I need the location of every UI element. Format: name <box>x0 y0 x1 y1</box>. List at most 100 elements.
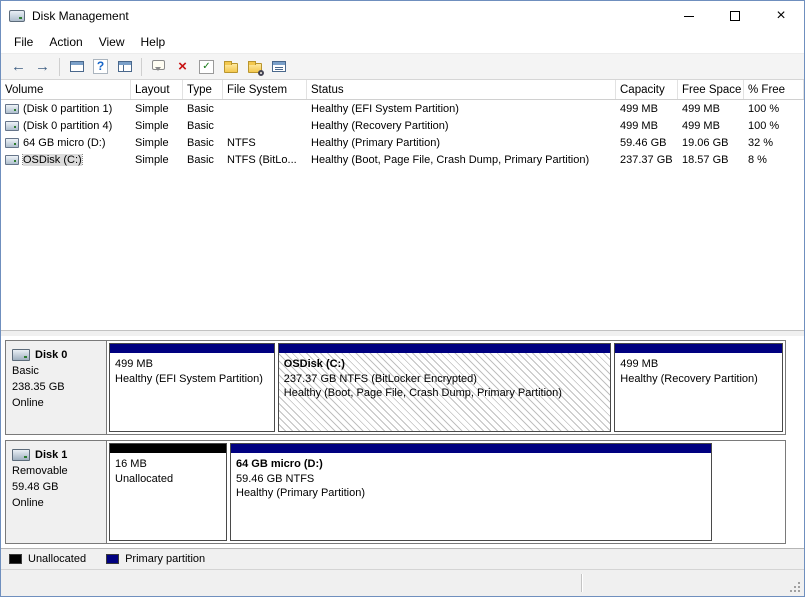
toolbar-separator <box>59 58 60 76</box>
partition-block[interactable]: 16 MBUnallocated <box>109 443 227 541</box>
show-action-pane-icon[interactable] <box>113 56 136 78</box>
menu-file[interactable]: File <box>6 32 41 52</box>
column-header-status[interactable]: Status <box>307 80 616 99</box>
legend-item-unallocated: Unallocated <box>9 553 86 565</box>
legend-item-primary-partition: Primary partition <box>106 553 205 565</box>
minimize-icon <box>684 16 694 17</box>
help-icon[interactable]: ? <box>89 56 112 78</box>
maximize-icon <box>730 11 740 21</box>
show-console-tree-shape <box>70 61 84 72</box>
explore-icon[interactable] <box>243 56 266 78</box>
status-panel-right <box>582 570 804 596</box>
disk-header-disk-1[interactable]: Disk 1Removable59.48 GBOnline <box>6 441 107 543</box>
partition-block[interactable]: 64 GB micro (D:)59.46 GB NTFSHealthy (Pr… <box>230 443 712 541</box>
disk-status: Online <box>12 395 100 411</box>
volume-row[interactable]: (Disk 0 partition 1)SimpleBasicHealthy (… <box>1 100 804 117</box>
volume-name-cell: (Disk 0 partition 4) <box>1 120 131 132</box>
column-header-free-space[interactable]: Free Space <box>678 80 744 99</box>
partition-detail: 237.37 GB NTFS (BitLocker Encrypted) <box>284 372 606 387</box>
type-cell: Basic <box>183 137 223 149</box>
properties-icon[interactable] <box>267 56 290 78</box>
partition-info: 64 GB micro (D:)59.46 GB NTFSHealthy (Pr… <box>231 453 711 540</box>
column-header-layout[interactable]: Layout <box>131 80 183 99</box>
column-header-capacity[interactable]: Capacity <box>616 80 678 99</box>
partition-block[interactable]: OSDisk (C:)237.37 GB NTFS (BitLocker Enc… <box>278 343 612 432</box>
partitions-area: 499 MBHealthy (EFI System Partition)OSDi… <box>107 341 785 434</box>
forward-icon[interactable]: → <box>31 56 54 78</box>
disk-type: Basic <box>12 363 100 379</box>
graphical-view-pane: Disk 0Basic238.35 GBOnline499 MBHealthy … <box>1 336 804 548</box>
volume-row[interactable]: (Disk 0 partition 4)SimpleBasicHealthy (… <box>1 117 804 134</box>
capacity-cell: 237.37 GB <box>616 154 678 166</box>
disk-row-disk-0: Disk 0Basic238.35 GBOnline499 MBHealthy … <box>5 340 786 435</box>
column-header-file-system[interactable]: File System <box>223 80 307 99</box>
volume-drive-icon <box>5 104 19 114</box>
resize-grip[interactable] <box>798 590 800 592</box>
disk-title-row: Disk 0 <box>12 347 100 363</box>
partition-detail: Healthy (Recovery Partition) <box>620 372 777 387</box>
disk-name: Disk 1 <box>35 447 67 463</box>
partition-block[interactable]: 499 MBHealthy (EFI System Partition) <box>109 343 275 432</box>
volume-table-body: (Disk 0 partition 1)SimpleBasicHealthy (… <box>1 100 804 168</box>
legend-label: Primary partition <box>125 553 205 565</box>
partition-info: 499 MBHealthy (EFI System Partition) <box>110 353 274 431</box>
partition-info: OSDisk (C:)237.37 GB NTFS (BitLocker Enc… <box>279 353 611 431</box>
column-header-free[interactable]: % Free <box>744 80 804 99</box>
minimize-button[interactable] <box>666 1 712 31</box>
mark-partition-active-icon[interactable]: ✓ <box>195 56 218 78</box>
free-space-cell: 19.06 GB <box>678 137 744 149</box>
status-cell: Healthy (EFI System Partition) <box>307 103 616 115</box>
action-menu-icon[interactable] <box>147 56 170 78</box>
legend-swatch <box>106 554 119 564</box>
partition-color-bar <box>110 344 274 353</box>
type-cell: Basic <box>183 154 223 166</box>
capacity-cell: 499 MB <box>616 120 678 132</box>
layout-cell: Simple <box>131 154 183 166</box>
volume-row[interactable]: 64 GB micro (D:)SimpleBasicNTFSHealthy (… <box>1 134 804 151</box>
menu-view[interactable]: View <box>91 32 133 52</box>
partition-detail: 499 MB <box>115 357 269 372</box>
delete-volume-glyph: × <box>178 59 187 74</box>
free-space-cell: 18.57 GB <box>678 154 744 166</box>
forward-glyph: → <box>35 59 50 74</box>
delete-volume-icon[interactable]: × <box>171 56 194 78</box>
pct-free-cell: 100 % <box>744 103 804 115</box>
partition-detail: 499 MB <box>620 357 777 372</box>
partition-title: OSDisk (C:) <box>284 357 606 372</box>
back-icon[interactable]: ← <box>7 56 30 78</box>
layout-cell: Simple <box>131 137 183 149</box>
partition-block[interactable]: 499 MBHealthy (Recovery Partition) <box>614 343 783 432</box>
capacity-cell: 499 MB <box>616 103 678 115</box>
titlebar: Disk Management × <box>1 1 804 31</box>
partition-detail: Healthy (Boot, Page File, Crash Dump, Pr… <box>284 386 606 401</box>
partition-info: 16 MBUnallocated <box>110 453 226 540</box>
menu-bar: FileActionViewHelp <box>1 31 804 53</box>
partition-color-bar <box>231 444 711 453</box>
legend-label: Unallocated <box>28 553 86 565</box>
disk-header-disk-0[interactable]: Disk 0Basic238.35 GBOnline <box>6 341 107 434</box>
open-icon[interactable] <box>219 56 242 78</box>
volume-name-cell: OSDisk (C:) <box>1 154 131 166</box>
volume-drive-icon <box>5 138 19 148</box>
status-bar <box>1 569 804 596</box>
disk-status: Online <box>12 495 100 511</box>
layout-cell: Simple <box>131 120 183 132</box>
mark-partition-active-glyph: ✓ <box>199 60 213 74</box>
pct-free-cell: 100 % <box>744 120 804 132</box>
partition-detail: Unallocated <box>115 472 221 487</box>
menu-action[interactable]: Action <box>41 32 90 52</box>
layout-cell: Simple <box>131 103 183 115</box>
close-button[interactable]: × <box>758 1 804 31</box>
show-console-tree-icon[interactable] <box>65 56 88 78</box>
menu-help[interactable]: Help <box>133 32 174 52</box>
maximize-button[interactable] <box>712 1 758 31</box>
toolbar: ← →? × ✓ <box>1 53 804 80</box>
volume-row[interactable]: OSDisk (C:)SimpleBasicNTFS (BitLo...Heal… <box>1 151 804 168</box>
disk-size: 59.48 GB <box>12 479 100 495</box>
column-header-type[interactable]: Type <box>183 80 223 99</box>
toolbar-separator <box>141 58 142 76</box>
partition-title: 64 GB micro (D:) <box>236 457 706 472</box>
close-icon: × <box>776 8 785 24</box>
column-header-volume[interactable]: Volume <box>1 80 131 99</box>
partition-color-bar <box>110 444 226 453</box>
